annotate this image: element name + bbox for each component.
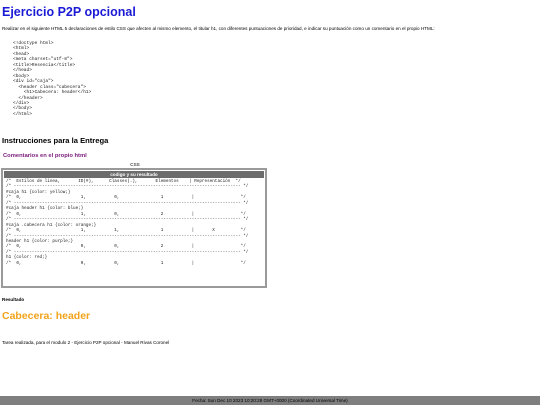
heading-resultado: Resultado — [2, 297, 25, 302]
html-code-sample: <!doctype html> <html> <head> <meta char… — [13, 41, 92, 117]
heading-instrucciones: Instrucciones para la Entrega — [2, 136, 109, 145]
code-box-header: codigo y su resultado — [4, 171, 264, 178]
css-code-box: codigo y su resultado /* Estilos de line… — [1, 168, 267, 288]
css-caption: CSS — [130, 162, 140, 167]
footer-note: Tarea realizada, para el modulo 2 - Ejer… — [2, 340, 170, 345]
intro-text: Realizar en el siguiente HTML 5 declarac… — [2, 26, 435, 31]
page-title: Ejercicio P2P opcional — [2, 5, 136, 19]
css-code: /* Estilos de linea, ID(#), Classes(.), … — [6, 179, 249, 266]
heading-comentarios: Comentarios en el propio html — [3, 153, 87, 159]
result-header: Cabecera: header — [2, 310, 91, 322]
date-bar: Fecha: Sun Dec 10 2023 10:20:28 GMT+0000… — [0, 396, 540, 405]
